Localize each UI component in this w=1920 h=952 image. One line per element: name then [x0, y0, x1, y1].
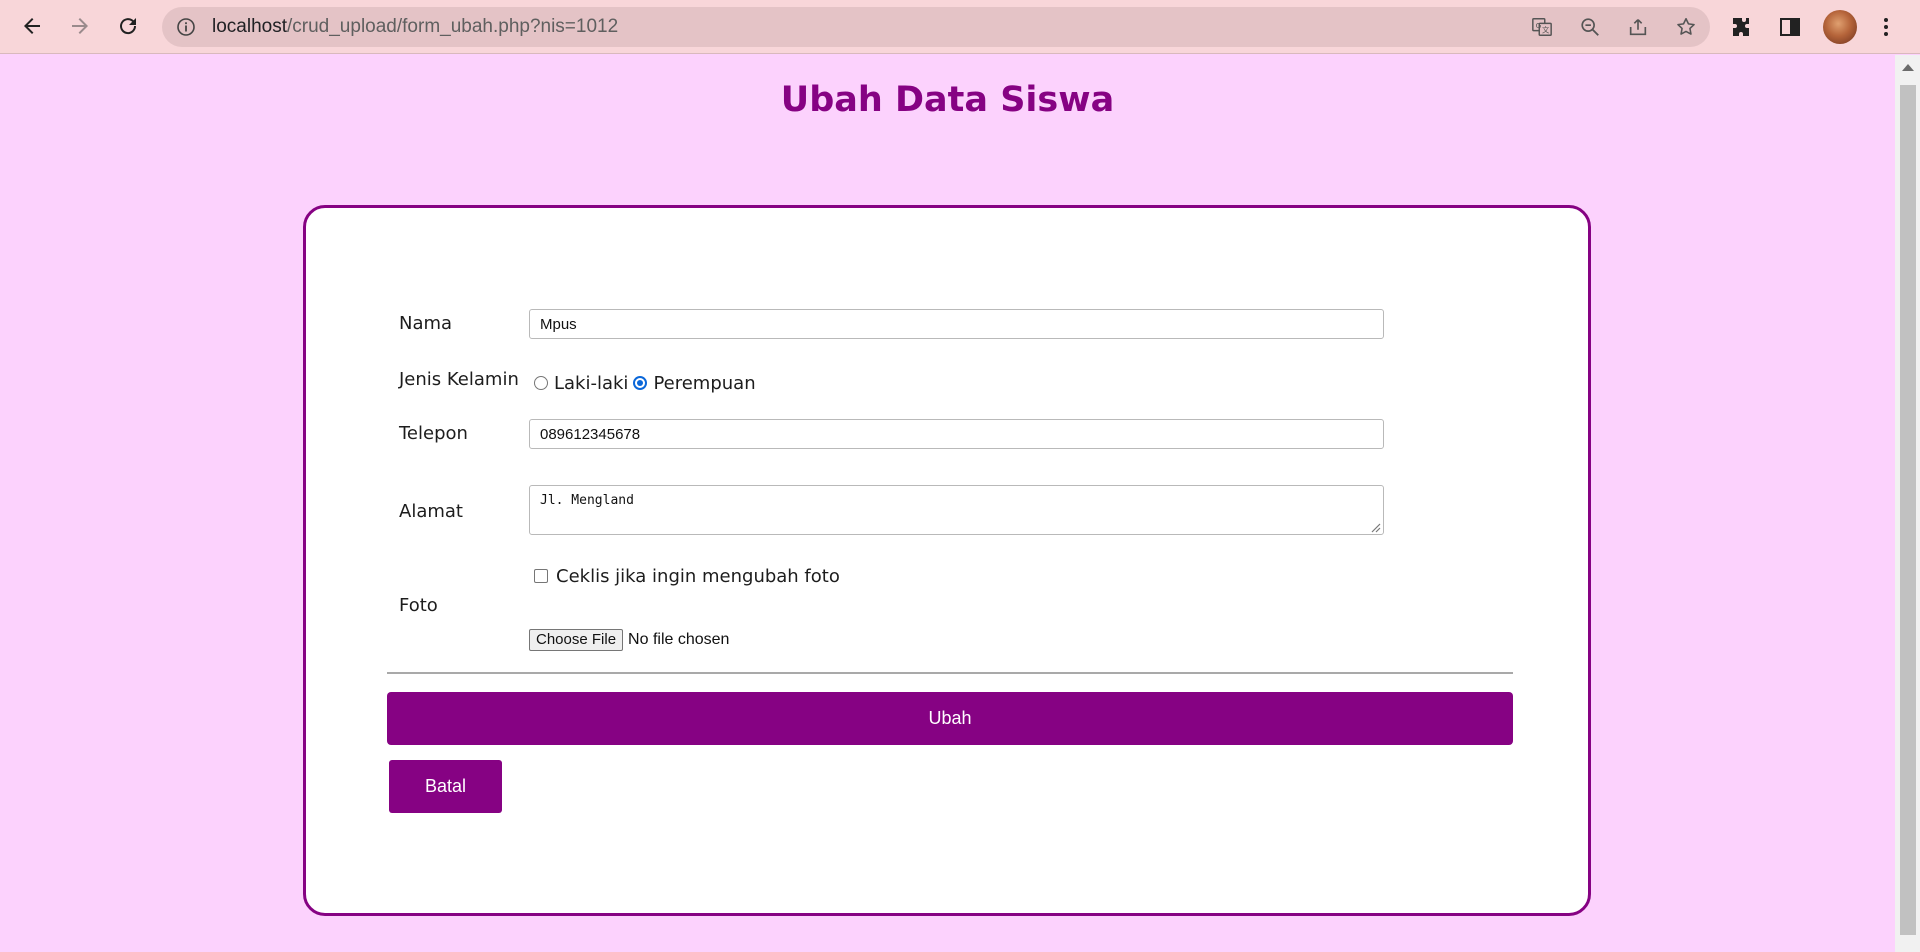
- back-button[interactable]: [14, 8, 50, 44]
- ubah-submit-button[interactable]: Ubah: [387, 692, 1513, 745]
- radio-perempuan[interactable]: [633, 376, 648, 390]
- site-info-icon[interactable]: [176, 17, 196, 37]
- alamat-label: Alamat: [399, 501, 463, 522]
- browser-menu-icon[interactable]: [1872, 13, 1900, 41]
- side-panel-icon[interactable]: [1776, 13, 1804, 41]
- reload-icon: [120, 18, 137, 35]
- page-content: Ubah Data Siswa Nama Jenis Kelamin Laki-…: [0, 55, 1895, 952]
- foto-label: Foto: [399, 595, 438, 616]
- url-path: /crud_upload/form_ubah.php?nis=1012: [287, 16, 619, 37]
- browser-toolbar: localhost/crud_upload/form_ubah.php?nis=…: [0, 0, 1920, 54]
- change-photo-label[interactable]: Ceklis jika ingin mengubah foto: [556, 566, 840, 587]
- url-text: localhost/crud_upload/form_ubah.php?nis=…: [212, 7, 618, 47]
- address-bar[interactable]: localhost/crud_upload/form_ubah.php?nis=…: [162, 7, 1710, 47]
- url-host: localhost: [212, 16, 287, 37]
- radio-laki-laki[interactable]: [534, 376, 548, 390]
- change-photo-row: Ceklis jika ingin mengubah foto: [529, 564, 840, 588]
- vertical-scrollbar[interactable]: [1895, 55, 1920, 952]
- change-photo-checkbox[interactable]: [534, 569, 548, 583]
- telepon-input[interactable]: [529, 419, 1384, 449]
- radio-laki-laki-label[interactable]: Laki-laki: [554, 373, 628, 394]
- edit-form-card: Nama Jenis Kelamin Laki-laki Perempuan T…: [303, 205, 1591, 916]
- svg-text:文: 文: [1542, 26, 1550, 35]
- radio-perempuan-label[interactable]: Perempuan: [653, 373, 755, 394]
- back-arrow-icon: [24, 18, 40, 34]
- profile-avatar[interactable]: [1823, 10, 1857, 44]
- gender-radio-group: Laki-laki Perempuan: [529, 371, 756, 395]
- textarea-resize-grip-icon[interactable]: [1369, 521, 1381, 533]
- bookmark-star-icon[interactable]: [1674, 15, 1698, 39]
- forward-button[interactable]: [62, 8, 98, 44]
- nama-input[interactable]: [529, 309, 1384, 339]
- extensions-puzzle-icon[interactable]: [1728, 13, 1756, 41]
- file-status-text: No file chosen: [628, 631, 730, 648]
- scroll-up-arrow-icon[interactable]: [1902, 64, 1914, 71]
- page-title: Ubah Data Siswa: [780, 80, 1115, 120]
- form-divider: [387, 672, 1513, 674]
- photo-file-input[interactable]: Choose File No file chosen: [529, 628, 729, 652]
- telepon-label: Telepon: [399, 423, 468, 444]
- reload-button[interactable]: [110, 8, 146, 44]
- choose-file-button[interactable]: Choose File: [529, 629, 624, 651]
- scroll-thumb[interactable]: [1900, 85, 1916, 935]
- translate-icon[interactable]: G文: [1530, 15, 1554, 39]
- alamat-textarea[interactable]: Jl. Mengland: [529, 485, 1384, 535]
- zoom-icon[interactable]: [1578, 15, 1602, 39]
- batal-cancel-button[interactable]: Batal: [389, 760, 502, 813]
- nama-label: Nama: [399, 313, 453, 334]
- forward-arrow-icon: [72, 18, 88, 34]
- share-icon[interactable]: [1626, 15, 1650, 39]
- jenis-kelamin-label: Jenis Kelamin: [399, 369, 519, 390]
- svg-text:G: G: [1536, 21, 1542, 30]
